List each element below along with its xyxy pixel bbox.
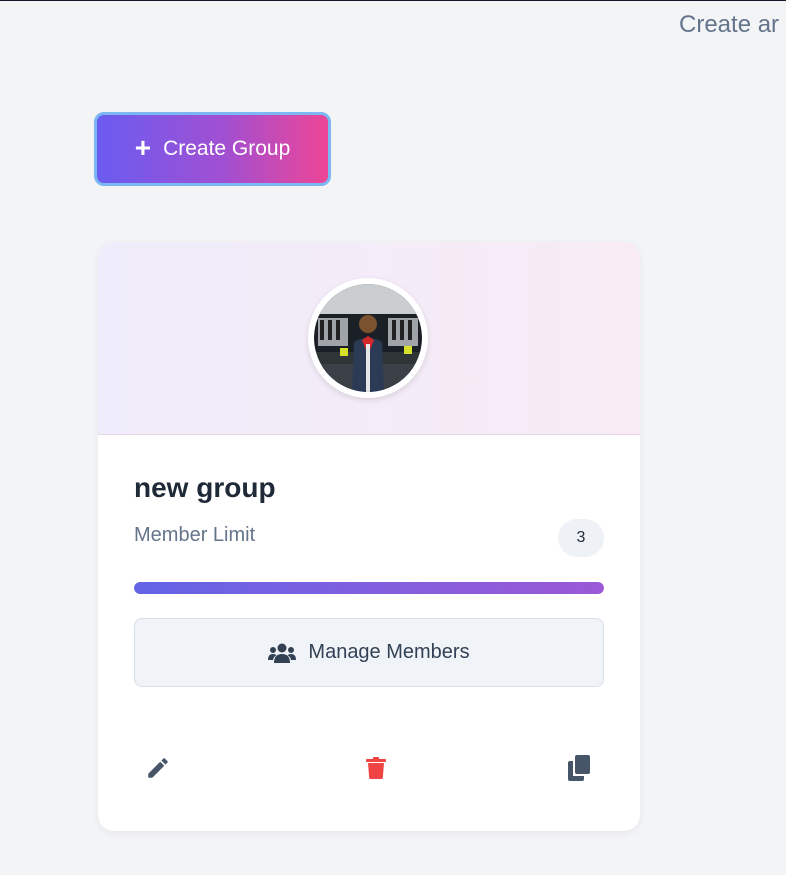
page-subtitle: Create ar [679,11,780,38]
avatar [308,278,428,398]
avatar-photo [314,284,422,392]
manage-members-button[interactable]: Manage Members [134,618,604,687]
delete-button[interactable] [356,748,396,788]
group-card: new group Member Limit 3 Manage Members [98,242,640,831]
trash-icon [366,757,386,779]
member-progress-bar [134,582,604,594]
copy-button[interactable] [560,748,600,788]
copy-icon [568,755,590,781]
edit-button[interactable] [138,748,178,788]
create-group-button[interactable]: + Create Group [94,112,331,186]
member-limit-label: Member Limit [134,524,256,546]
member-progress-fill [134,582,604,594]
card-header [98,242,640,435]
plus-icon: + [134,131,152,163]
create-group-label: Create Group [163,137,291,160]
manage-members-label: Manage Members [308,641,470,663]
top-border-line [0,0,786,1]
pencil-icon [148,758,168,778]
member-limit-badge: 3 [558,519,604,557]
group-name: new group [134,472,276,503]
users-icon [268,643,297,663]
